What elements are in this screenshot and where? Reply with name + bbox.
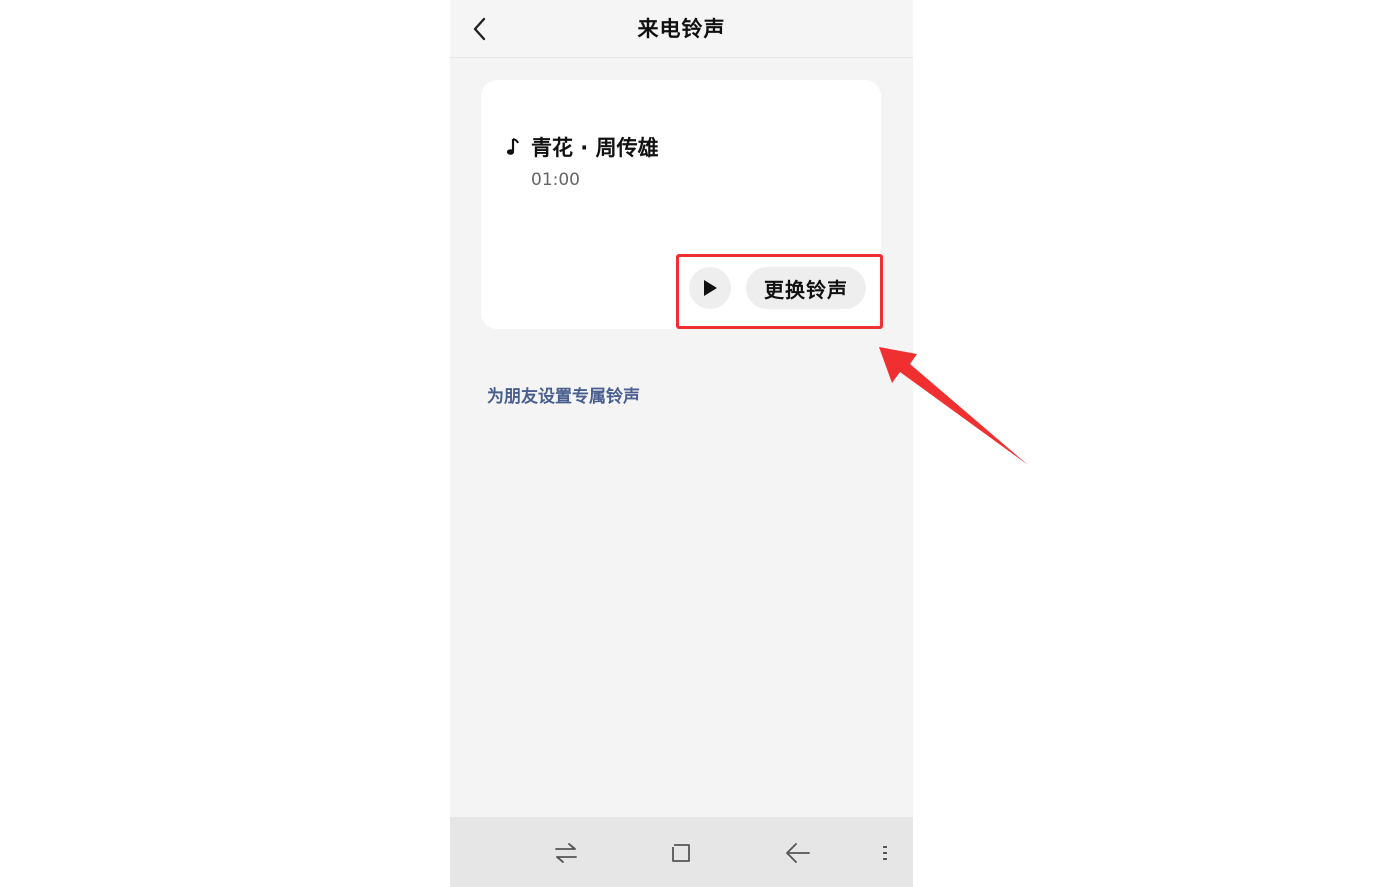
- red-arrow-annotation: [879, 347, 1028, 465]
- switch-icon: [555, 843, 577, 863]
- menu-icon: [883, 846, 887, 860]
- ringtone-title: 青花 · 周传雄: [531, 136, 659, 160]
- music-note-icon: [506, 138, 519, 155]
- highlight-annotation-box: [676, 254, 883, 329]
- menu-button[interactable]: [873, 837, 897, 869]
- square-icon: [672, 844, 690, 862]
- home-button[interactable]: [665, 837, 697, 869]
- back-nav-button[interactable]: [782, 837, 814, 869]
- screenshot-stage: 来电铃声 青花 · 周传雄 01:00 更换铃声 为朋友设置专属铃声: [0, 0, 1381, 887]
- ringtone-duration: 01:00: [531, 170, 580, 190]
- top-bar: 来电铃声: [450, 0, 913, 58]
- system-navigation-bar: [450, 817, 913, 887]
- back-arrow-icon: [786, 843, 810, 863]
- set-friend-ringtone-link[interactable]: 为朋友设置专属铃声: [487, 382, 640, 407]
- page-title: 来电铃声: [637, 17, 726, 41]
- switch-button[interactable]: [550, 837, 582, 869]
- phone-screen: 来电铃声 青花 · 周传雄 01:00 更换铃声 为朋友设置专属铃声: [450, 0, 913, 887]
